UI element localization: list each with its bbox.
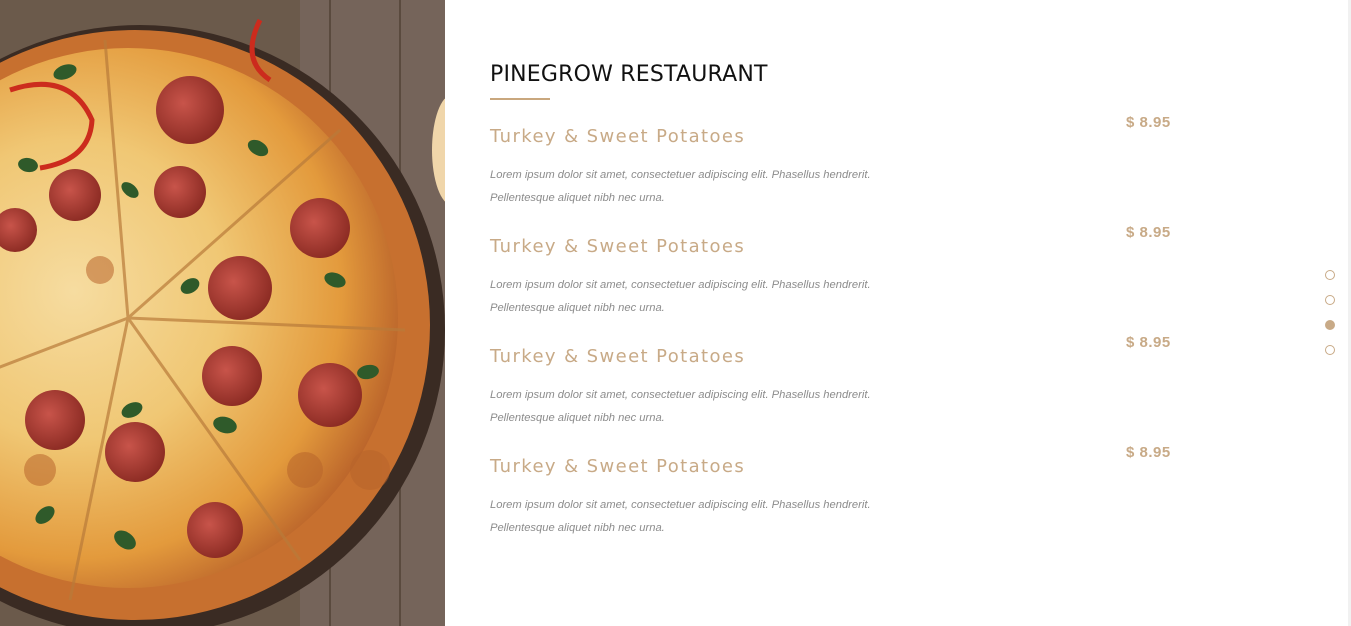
pagination-dot-2[interactable]: [1325, 295, 1335, 305]
menu-item-description: Lorem ipsum dolor sit amet, consectetuer…: [490, 494, 910, 540]
menu-item-price: $ 8.95: [1126, 444, 1171, 461]
menu-section: PINEGROW RESTAURANT Turkey & Sweet Potat…: [445, 0, 1351, 626]
menu-item-name: Turkey & Sweet Potatoes: [490, 346, 746, 367]
menu-item-description-line: Pellentesque aliquet nibh nec urna.: [490, 412, 665, 424]
restaurant-title: PINEGROW RESTAURANT: [490, 62, 768, 87]
page: PINEGROW RESTAURANT Turkey & Sweet Potat…: [0, 0, 1351, 626]
menu-item-description-line: Lorem ipsum dolor sit amet, consectetuer…: [490, 499, 871, 511]
menu-item-description: Lorem ipsum dolor sit amet, consectetuer…: [490, 384, 910, 430]
pizza-image: [0, 0, 445, 626]
menu-item-price: $ 8.95: [1126, 224, 1171, 241]
menu-item-name: Turkey & Sweet Potatoes: [490, 456, 746, 477]
menu-item-price: $ 8.95: [1126, 334, 1171, 351]
menu-item-description-line: Lorem ipsum dolor sit amet, consectetuer…: [490, 389, 871, 401]
section-pagination: [1325, 270, 1337, 370]
menu-item-description-line: Lorem ipsum dolor sit amet, consectetuer…: [490, 279, 871, 291]
menu-item-description-line: Pellentesque aliquet nibh nec urna.: [490, 522, 665, 534]
pagination-dot-1[interactable]: [1325, 270, 1335, 280]
menu-item-description-line: Lorem ipsum dolor sit amet, consectetuer…: [490, 169, 871, 181]
menu-item-description-line: Pellentesque aliquet nibh nec urna.: [490, 302, 665, 314]
menu-item: Turkey & Sweet Potatoes $ 8.95 Lorem ips…: [490, 222, 1190, 332]
menu-item-description-line: Pellentesque aliquet nibh nec urna.: [490, 192, 665, 204]
menu-item: Turkey & Sweet Potatoes $ 8.95 Lorem ips…: [490, 442, 1190, 552]
pagination-dot-3[interactable]: [1325, 320, 1335, 330]
menu-item-description: Lorem ipsum dolor sit amet, consectetuer…: [490, 164, 910, 210]
pagination-dot-4[interactable]: [1325, 345, 1335, 355]
menu-item-price: $ 8.95: [1126, 114, 1171, 131]
menu-item-description: Lorem ipsum dolor sit amet, consectetuer…: [490, 274, 910, 320]
menu-item-name: Turkey & Sweet Potatoes: [490, 236, 746, 257]
menu-item-name: Turkey & Sweet Potatoes: [490, 126, 746, 147]
menu-item: Turkey & Sweet Potatoes $ 8.95 Lorem ips…: [490, 112, 1190, 222]
title-underline: [490, 98, 550, 100]
menu-item: Turkey & Sweet Potatoes $ 8.95 Lorem ips…: [490, 332, 1190, 442]
